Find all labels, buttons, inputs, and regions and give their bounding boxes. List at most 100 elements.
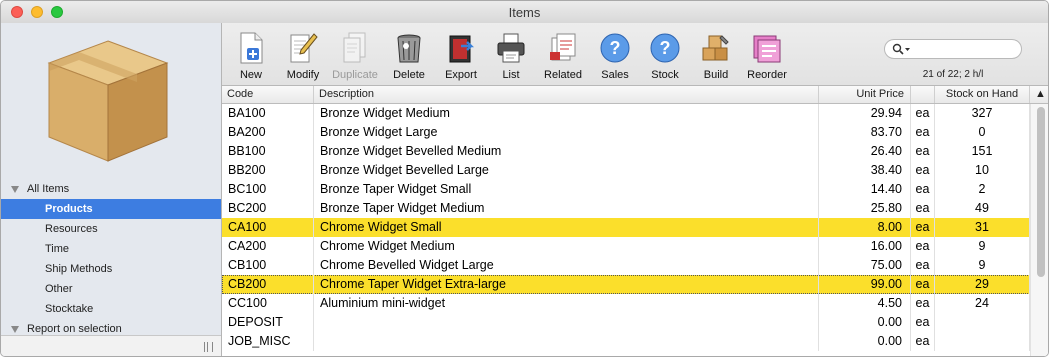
table-row[interactable]: CA100 Chrome Widget Small 8.00 ea 31 bbox=[222, 218, 1030, 237]
cell-stock: 2 bbox=[935, 180, 1030, 199]
cell-price: 38.40 bbox=[819, 161, 911, 180]
cell-code: BC100 bbox=[222, 180, 314, 199]
modify-button[interactable]: Modify bbox=[276, 31, 330, 81]
scrollbar-thumb[interactable] bbox=[1037, 107, 1045, 277]
cell-unit: ea bbox=[911, 256, 935, 275]
related-button[interactable]: Related bbox=[536, 31, 590, 81]
title-bar: Items bbox=[1, 1, 1048, 24]
related-button-label: Related bbox=[544, 69, 582, 81]
stock-button[interactable]: ? Stock bbox=[638, 31, 692, 81]
cell-description: Bronze Taper Widget Small bbox=[314, 180, 819, 199]
table-header: Code Description Unit Price Stock on Han… bbox=[222, 86, 1048, 104]
cell-unit: ea bbox=[911, 199, 935, 218]
cell-description: Bronze Widget Large bbox=[314, 123, 819, 142]
sidebar-item-products[interactable]: Products bbox=[1, 199, 221, 219]
cell-code: CA100 bbox=[222, 218, 314, 237]
boxes-wrench-icon bbox=[702, 35, 729, 61]
reorder-button[interactable]: Reorder bbox=[740, 31, 794, 81]
table-row[interactable]: JOB_MISC 0.00 ea bbox=[222, 332, 1030, 351]
cell-unit: ea bbox=[911, 180, 935, 199]
cell-unit: ea bbox=[911, 142, 935, 161]
sidebar: All Items Products Resources Time Ship M… bbox=[1, 23, 222, 356]
sidebar-item-other[interactable]: Other bbox=[1, 279, 221, 299]
vertical-scrollbar[interactable] bbox=[1030, 104, 1048, 356]
table-row[interactable]: DEPOSIT 0.00 ea bbox=[222, 313, 1030, 332]
resize-grip-icon[interactable] bbox=[204, 342, 213, 352]
table-row[interactable]: BB100 Bronze Widget Bevelled Medium 26.40 e… bbox=[222, 142, 1030, 161]
sort-indicator-icon[interactable]: ▲ bbox=[1030, 86, 1048, 103]
reorder-button-label: Reorder bbox=[747, 69, 787, 81]
table-row[interactable]: BC200 Bronze Taper Widget Medium 25.80 ea 49 bbox=[222, 199, 1030, 218]
new-button[interactable]: New bbox=[224, 31, 278, 81]
export-icon bbox=[449, 35, 475, 63]
sidebar-item-time[interactable]: Time bbox=[1, 239, 221, 259]
table-row[interactable]: BC100 Bronze Taper Widget Small 14.40 ea 2 bbox=[222, 180, 1030, 199]
cell-stock: 24 bbox=[935, 294, 1030, 313]
export-button[interactable]: Export bbox=[434, 31, 488, 81]
cell-price: 75.00 bbox=[819, 256, 911, 275]
column-header-unit-price[interactable]: Unit Price bbox=[819, 86, 911, 103]
cell-price: 25.80 bbox=[819, 199, 911, 218]
cell-stock: 49 bbox=[935, 199, 1030, 218]
tree-group-all-items[interactable]: All Items bbox=[1, 179, 221, 199]
search-field[interactable] bbox=[884, 39, 1022, 59]
cell-code: DEPOSIT bbox=[222, 313, 314, 332]
duplicate-document-icon bbox=[343, 32, 366, 63]
build-button[interactable]: Build bbox=[689, 31, 743, 81]
cell-stock bbox=[935, 332, 1030, 351]
cell-unit: ea bbox=[911, 104, 935, 123]
column-header-code[interactable]: Code bbox=[222, 86, 314, 103]
cell-price: 16.00 bbox=[819, 237, 911, 256]
column-header-stock-on-hand[interactable]: Stock on Hand bbox=[935, 86, 1030, 103]
delete-button[interactable]: Delete bbox=[382, 31, 436, 81]
tree-group-label: All Items bbox=[27, 183, 70, 195]
column-header-unit[interactable] bbox=[911, 86, 935, 103]
cell-stock: 9 bbox=[935, 237, 1030, 256]
sidebar-item-ship-methods[interactable]: Ship Methods bbox=[1, 259, 221, 279]
cell-stock: 29 bbox=[935, 275, 1030, 294]
export-button-label: Export bbox=[445, 69, 477, 81]
cell-code: BA100 bbox=[222, 104, 314, 123]
cell-description: Bronze Widget Bevelled Medium bbox=[314, 142, 819, 161]
duplicate-button[interactable]: Duplicate bbox=[328, 31, 382, 81]
cell-code: CB100 bbox=[222, 256, 314, 275]
window-title: Items bbox=[508, 5, 541, 20]
cell-description: Aluminium mini-widget bbox=[314, 294, 819, 313]
table-row[interactable]: CB100 Chrome Bevelled Widget Large 75.00 ea… bbox=[222, 256, 1030, 275]
cell-description: Chrome Widget Medium bbox=[314, 237, 819, 256]
sidebar-item-resources[interactable]: Resources bbox=[1, 219, 221, 239]
table-row[interactable]: BA200 Bronze Widget Large 83.70 ea 0 bbox=[222, 123, 1030, 142]
svg-text:?: ? bbox=[660, 38, 671, 58]
cell-stock bbox=[935, 313, 1030, 332]
cell-code: JOB_MISC bbox=[222, 332, 314, 351]
cell-stock: 9 bbox=[935, 256, 1030, 275]
list-button-label: List bbox=[502, 69, 520, 81]
tree-group-label: Report on selection bbox=[27, 323, 122, 335]
delete-button-label: Delete bbox=[393, 69, 425, 81]
stock-button-label: Stock bbox=[651, 69, 679, 81]
cell-code: BA200 bbox=[222, 123, 314, 142]
table-row[interactable]: BB200 Bronze Widget Bevelled Large 38.40 ea… bbox=[222, 161, 1030, 180]
cell-price: 83.70 bbox=[819, 123, 911, 142]
disclosure-triangle-icon[interactable] bbox=[11, 325, 19, 333]
search-icon[interactable] bbox=[892, 43, 912, 56]
cell-code: CB200 bbox=[222, 275, 314, 294]
cell-unit: ea bbox=[911, 275, 935, 294]
cell-stock: 0 bbox=[935, 123, 1030, 142]
build-button-label: Build bbox=[703, 69, 729, 81]
cell-unit: ea bbox=[911, 237, 935, 256]
column-header-description[interactable]: Description bbox=[314, 86, 819, 103]
table-row[interactable]: CA200 Chrome Widget Medium 16.00 ea 9 bbox=[222, 237, 1030, 256]
cell-price: 0.00 bbox=[819, 313, 911, 332]
toolbar: New Modify Duplicate Delete Export List … bbox=[222, 23, 1048, 86]
table-row[interactable]: CB200 Chrome Taper Widget Extra-large 99.0… bbox=[222, 275, 1030, 294]
sales-button[interactable]: ? Sales bbox=[588, 31, 642, 81]
new-button-label: New bbox=[239, 69, 262, 81]
table-row[interactable]: BA100 Bronze Widget Medium 29.94 ea 327 bbox=[222, 104, 1030, 123]
sidebar-item-stocktake[interactable]: Stocktake bbox=[1, 299, 221, 319]
cell-stock: 327 bbox=[935, 104, 1030, 123]
table-row[interactable]: CC100 Aluminium mini-widget 4.50 ea 24 bbox=[222, 294, 1030, 313]
disclosure-triangle-icon[interactable] bbox=[11, 185, 19, 193]
printer-icon bbox=[497, 33, 525, 63]
list-button[interactable]: List bbox=[484, 31, 538, 81]
